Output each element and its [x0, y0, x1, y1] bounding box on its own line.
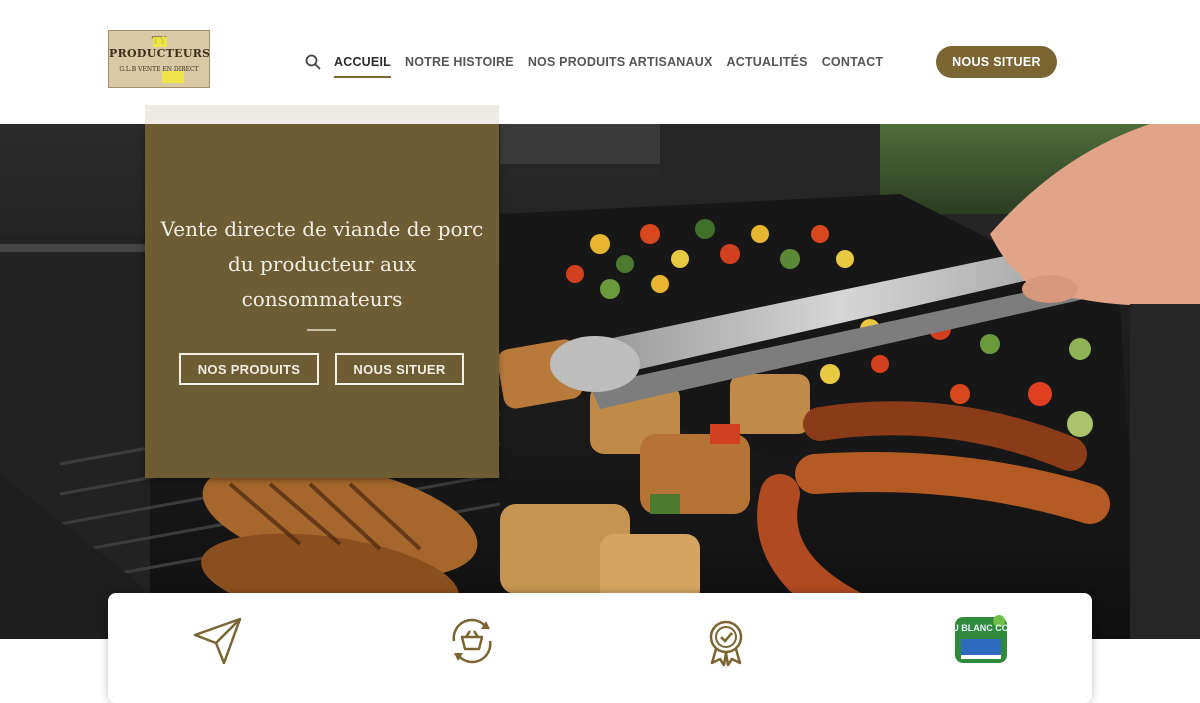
paper-plane-icon	[193, 617, 242, 665]
nav-item-accueil[interactable]: ACCUEIL	[334, 55, 391, 78]
bleu-blanc-coeur-text: BLEU BLANC COEUR	[953, 623, 1009, 633]
hero-overlay-header-strip	[145, 105, 499, 124]
nos-produits-button[interactable]: NOS PRODUITS	[179, 353, 319, 385]
bleu-blanc-coeur-logo: BLEU BLANC COEUR	[953, 615, 1009, 663]
logo-highlight	[162, 71, 184, 83]
hero-banner: Vente directe de viande de porc du produ…	[0, 124, 1200, 639]
main-nav: ACCUEIL NOTRE HISTOIRE NOS PRODUITS ARTI…	[305, 52, 897, 78]
hero-divider	[307, 329, 336, 331]
logo-line-3: G.L.B VENTE EN DIRECT	[119, 66, 199, 73]
hero-title: Vente directe de viande de porc du produ…	[160, 217, 484, 311]
nav-item-contact[interactable]: CONTACT	[822, 55, 884, 69]
features-bar: BLEU BLANC COEUR	[108, 593, 1092, 703]
nous-situer-hero-button[interactable]: NOUS SITUER	[335, 353, 464, 385]
search-icon[interactable]	[305, 54, 321, 70]
quality-badge-icon	[709, 620, 743, 667]
nav-item-notre-histoire[interactable]: NOTRE HISTOIRE	[405, 55, 514, 69]
basket-exchange-icon	[452, 618, 492, 664]
logo-line-2: PRODUCTEURS	[109, 47, 210, 60]
nav-item-actualites[interactable]: ACTUALITÉS	[727, 55, 808, 69]
nous-situer-header-button[interactable]: NOUS SITUER	[936, 46, 1057, 78]
site-logo[interactable]: TY PRODUCTEURS G.L.B VENTE EN DIRECT	[108, 30, 210, 88]
logo-highlight	[153, 37, 167, 47]
nav-item-nos-produits-artisanaux[interactable]: NOS PRODUITS ARTISANAUX	[528, 55, 713, 69]
